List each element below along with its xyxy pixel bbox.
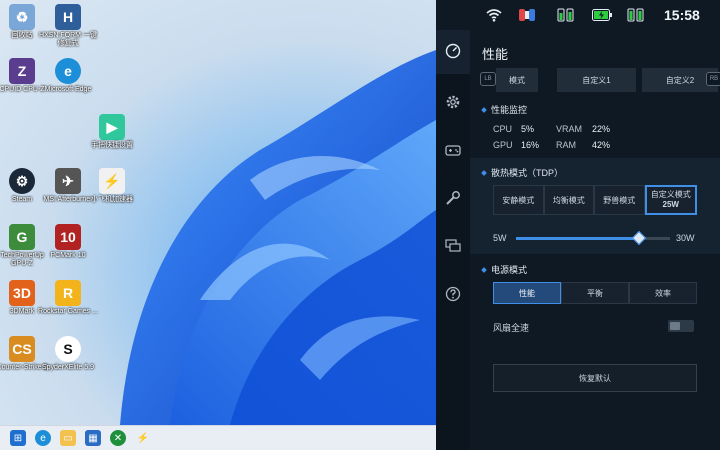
desktop-icon-hxsn[interactable]: H HXSN FORM 一键修复式 — [38, 2, 98, 62]
tdp-option-quiet[interactable]: 安静模式 — [493, 185, 544, 215]
taskbar: ⊞ e ▭ ▦ ✕ ⚡ — [0, 425, 436, 450]
spyder-icon: S — [55, 336, 81, 362]
tdp-mode-selector: 安静模式 均衡模式 野兽模式 自定义模式 25W — [493, 185, 697, 215]
fan-full-speed-toggle[interactable] — [668, 320, 694, 332]
tab-custom-1[interactable]: 自定义1 — [557, 68, 636, 92]
controller-icon — [519, 9, 535, 21]
toggle-knob — [670, 322, 680, 330]
rockstar-icon: R — [55, 280, 81, 306]
clock-time: 15:58 — [664, 7, 700, 23]
controller-battery-icon — [627, 8, 644, 22]
gamepad-icon[interactable] — [445, 142, 461, 158]
power-option-balanced[interactable]: 平衡 — [561, 282, 629, 304]
tab-mode[interactable]: 模式 — [496, 68, 538, 92]
recycle-bin-icon: ♻ — [9, 4, 35, 30]
desktop-icon-app[interactable]: ▶ 手把快捷设置 — [82, 112, 142, 172]
power-option-performance[interactable]: 性能 — [493, 282, 561, 304]
3dmark-icon: 3D — [9, 280, 35, 306]
msi-afterburner-icon: ✈ — [55, 168, 81, 194]
page-title: 性能 — [482, 47, 509, 62]
fan-full-speed-label: 风扇全速 — [493, 323, 530, 333]
xbox-icon[interactable]: ✕ — [110, 430, 126, 446]
cpuz-icon: Z — [9, 58, 35, 84]
desktop-icon-edge[interactable]: e Microsoft Edge — [38, 56, 98, 116]
wrench-icon[interactable] — [445, 190, 461, 206]
tdp-option-beast[interactable]: 野兽模式 — [594, 185, 645, 215]
cpu-monitor: CPU 5% — [493, 124, 535, 134]
sidebar-nav — [436, 30, 470, 450]
power-mode-selector: 性能 平衡 效率 — [493, 282, 697, 304]
accelerator-icon: ⚡ — [99, 168, 125, 194]
tdp-heading: 散热模式（TDP） — [482, 166, 563, 179]
quick-settings-panel: 15:58 性能 LB 模式 自定义1 自定义2 RB 性能监控 CPU 5% … — [436, 0, 720, 450]
display-icon[interactable] — [445, 238, 461, 254]
desktop-icon-pcmark[interactable]: 10 PCMark 10 — [38, 222, 98, 282]
desktop: ♻ 回收站 H HXSN FORM 一键修复式 Z CPUID CPU-Z e … — [0, 0, 436, 450]
windows-start-icon[interactable]: ⊞ — [10, 430, 26, 446]
desktop-icon-rockstar[interactable]: R Rockstar Games ... — [38, 278, 98, 338]
tdp-slider-track[interactable] — [516, 230, 670, 246]
desktop-icon-accelerator[interactable]: ⚡ 小飞机加速器 — [82, 166, 142, 226]
gear-icon[interactable] — [445, 94, 461, 110]
edge-icon[interactable]: e — [35, 430, 51, 446]
hxsn-icon: H — [55, 4, 81, 30]
ram-monitor: RAM 42% — [556, 140, 611, 150]
rb-button-hint: RB — [706, 72, 720, 86]
wifi-icon — [486, 9, 502, 22]
steam-icon: ⚙ — [9, 168, 35, 194]
status-bar: 15:58 — [436, 0, 720, 30]
desktop-icon-spyder[interactable]: S SpyderXElite 5.9 — [38, 334, 98, 394]
restore-defaults-button[interactable]: 恢复默认 — [493, 364, 697, 392]
edge-icon: e — [55, 58, 81, 84]
help-icon[interactable] — [445, 286, 461, 302]
vram-monitor: VRAM 22% — [556, 124, 611, 134]
gauge-icon — [445, 43, 461, 59]
cs2-icon: CS — [9, 336, 35, 362]
gpu-monitor: GPU 16% — [493, 140, 540, 150]
controller-battery-icon — [557, 8, 574, 22]
gpuz-icon: G — [9, 224, 35, 250]
sidebar-item-performance[interactable] — [436, 30, 470, 74]
power-option-efficiency[interactable]: 效率 — [629, 282, 697, 304]
app-icon[interactable]: ⚡ — [135, 430, 151, 446]
pcmark-icon: 10 — [55, 224, 81, 250]
battery-icon — [592, 9, 612, 21]
file-explorer-icon[interactable]: ▭ — [60, 430, 76, 446]
tdp-min-label: 5W — [493, 233, 507, 243]
app-icon: ▶ — [99, 114, 125, 140]
tdp-option-custom[interactable]: 自定义模式 25W — [644, 185, 697, 215]
tdp-option-balanced[interactable]: 均衡模式 — [543, 185, 594, 215]
performance-page: 性能 LB 模式 自定义1 自定义2 RB 性能监控 CPU 5% VRAM 22%… — [470, 30, 720, 450]
store-icon[interactable]: ▦ — [85, 430, 101, 446]
lb-button-hint: LB — [480, 72, 496, 86]
power-mode-heading: 电源模式 — [482, 263, 527, 276]
tdp-max-label: 30W — [676, 233, 695, 243]
performance-monitor-heading: 性能监控 — [482, 103, 527, 116]
tdp-slider-fill — [516, 237, 640, 240]
